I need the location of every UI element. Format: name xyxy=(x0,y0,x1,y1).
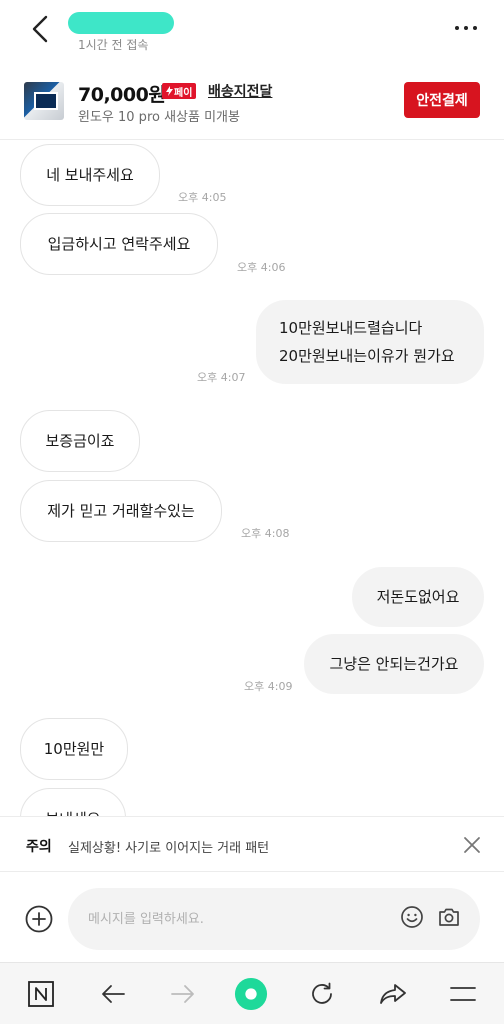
message-time: 오후 4:06 xyxy=(237,261,286,274)
message-bubble-theirs: 보증금이죠 xyxy=(20,410,140,472)
hamburger-menu-icon xyxy=(450,987,476,1001)
message-bubble-theirs: 10만원만 xyxy=(20,718,128,780)
fraud-warning-bar: 주의 실제상황! 사기로 이어지는 거래 패턴 xyxy=(0,816,504,872)
message-bubble-mine: 10만원보내드렬습니다 20만원보내는이유가 뭔가요 xyxy=(256,300,484,384)
close-icon xyxy=(464,837,480,853)
product-price: 70,000원 xyxy=(78,84,166,106)
lightning-icon xyxy=(166,86,173,96)
plus-circle-icon xyxy=(25,905,53,933)
arrow-right-icon xyxy=(171,985,194,1003)
more-dot-icon xyxy=(455,26,459,30)
browser-back-button[interactable] xyxy=(96,977,130,1011)
message-bubble-theirs: 네 보내주세요 xyxy=(20,144,160,206)
last-seen-status: 1시간 전 접속 xyxy=(78,38,149,52)
message-bubble-theirs: 보내세요 xyxy=(20,788,126,816)
chat-messages[interactable]: 네 보내주세요 오후 4:05 입금하시고 연락주세요 오후 4:06 10만원… xyxy=(0,140,504,816)
message-bubble-mine: 그냥은 안되는건가요 xyxy=(304,634,484,694)
smiley-icon xyxy=(401,906,423,928)
refresh-icon xyxy=(312,982,332,1004)
warning-close-button[interactable] xyxy=(460,833,484,857)
warning-text[interactable]: 실제상황! 사기로 이어지는 거래 패턴 xyxy=(68,837,269,856)
emoji-button[interactable] xyxy=(400,905,424,929)
more-dot-icon xyxy=(473,26,477,30)
naver-home-button[interactable] xyxy=(24,977,58,1011)
naver-n-icon xyxy=(28,981,54,1007)
product-bar[interactable]: 70,000원 페이 배송지전달 윈도우 10 pro 새상품 미개봉 안전결제 xyxy=(0,60,504,140)
warning-label: 주의 xyxy=(26,839,52,855)
message-bubble-theirs: 제가 믿고 거래할수있는 xyxy=(20,480,222,542)
message-time: 오후 4:08 xyxy=(241,527,290,540)
message-bubble-theirs: 입금하시고 연락주세요 xyxy=(20,213,218,275)
share-arrow-icon xyxy=(380,984,406,1004)
browser-navigation-bar xyxy=(0,962,504,1024)
back-button[interactable] xyxy=(26,12,54,46)
camera-button[interactable] xyxy=(437,905,461,929)
message-bubble-mine: 저돈도없어요 xyxy=(352,567,484,627)
message-time: 오후 4:05 xyxy=(178,191,227,204)
chevron-left-icon xyxy=(32,15,48,43)
add-attachment-button[interactable] xyxy=(24,904,54,934)
green-dot-icon xyxy=(234,977,268,1011)
pay-badge: 페이 xyxy=(162,83,197,99)
share-button[interactable] xyxy=(376,977,410,1011)
arrow-left-icon xyxy=(102,985,125,1003)
message-time: 오후 4:07 xyxy=(197,371,246,384)
product-title: 윈도우 10 pro 새상품 미개봉 xyxy=(78,110,240,125)
message-line: 20만원보내는이유가 뭔가요 xyxy=(279,347,455,365)
message-input-row xyxy=(0,872,504,962)
redacted-username xyxy=(68,12,174,34)
more-options-button[interactable] xyxy=(448,16,484,40)
chat-header: 1시간 전 접속 xyxy=(0,0,504,60)
safe-pay-button[interactable]: 안전결제 xyxy=(404,82,480,118)
browser-forward-button[interactable] xyxy=(166,977,200,1011)
refresh-button[interactable] xyxy=(305,977,339,1011)
green-home-button[interactable] xyxy=(234,977,268,1011)
delivery-link[interactable]: 배송지전달 xyxy=(208,81,272,101)
more-dot-icon xyxy=(464,26,468,30)
product-thumbnail[interactable] xyxy=(24,82,64,120)
browser-menu-button[interactable] xyxy=(446,977,480,1011)
message-time: 오후 4:09 xyxy=(244,680,293,693)
camera-icon xyxy=(439,908,459,926)
pay-badge-label: 페이 xyxy=(174,87,193,99)
message-line: 10만원보내드렬습니다 xyxy=(279,319,423,337)
